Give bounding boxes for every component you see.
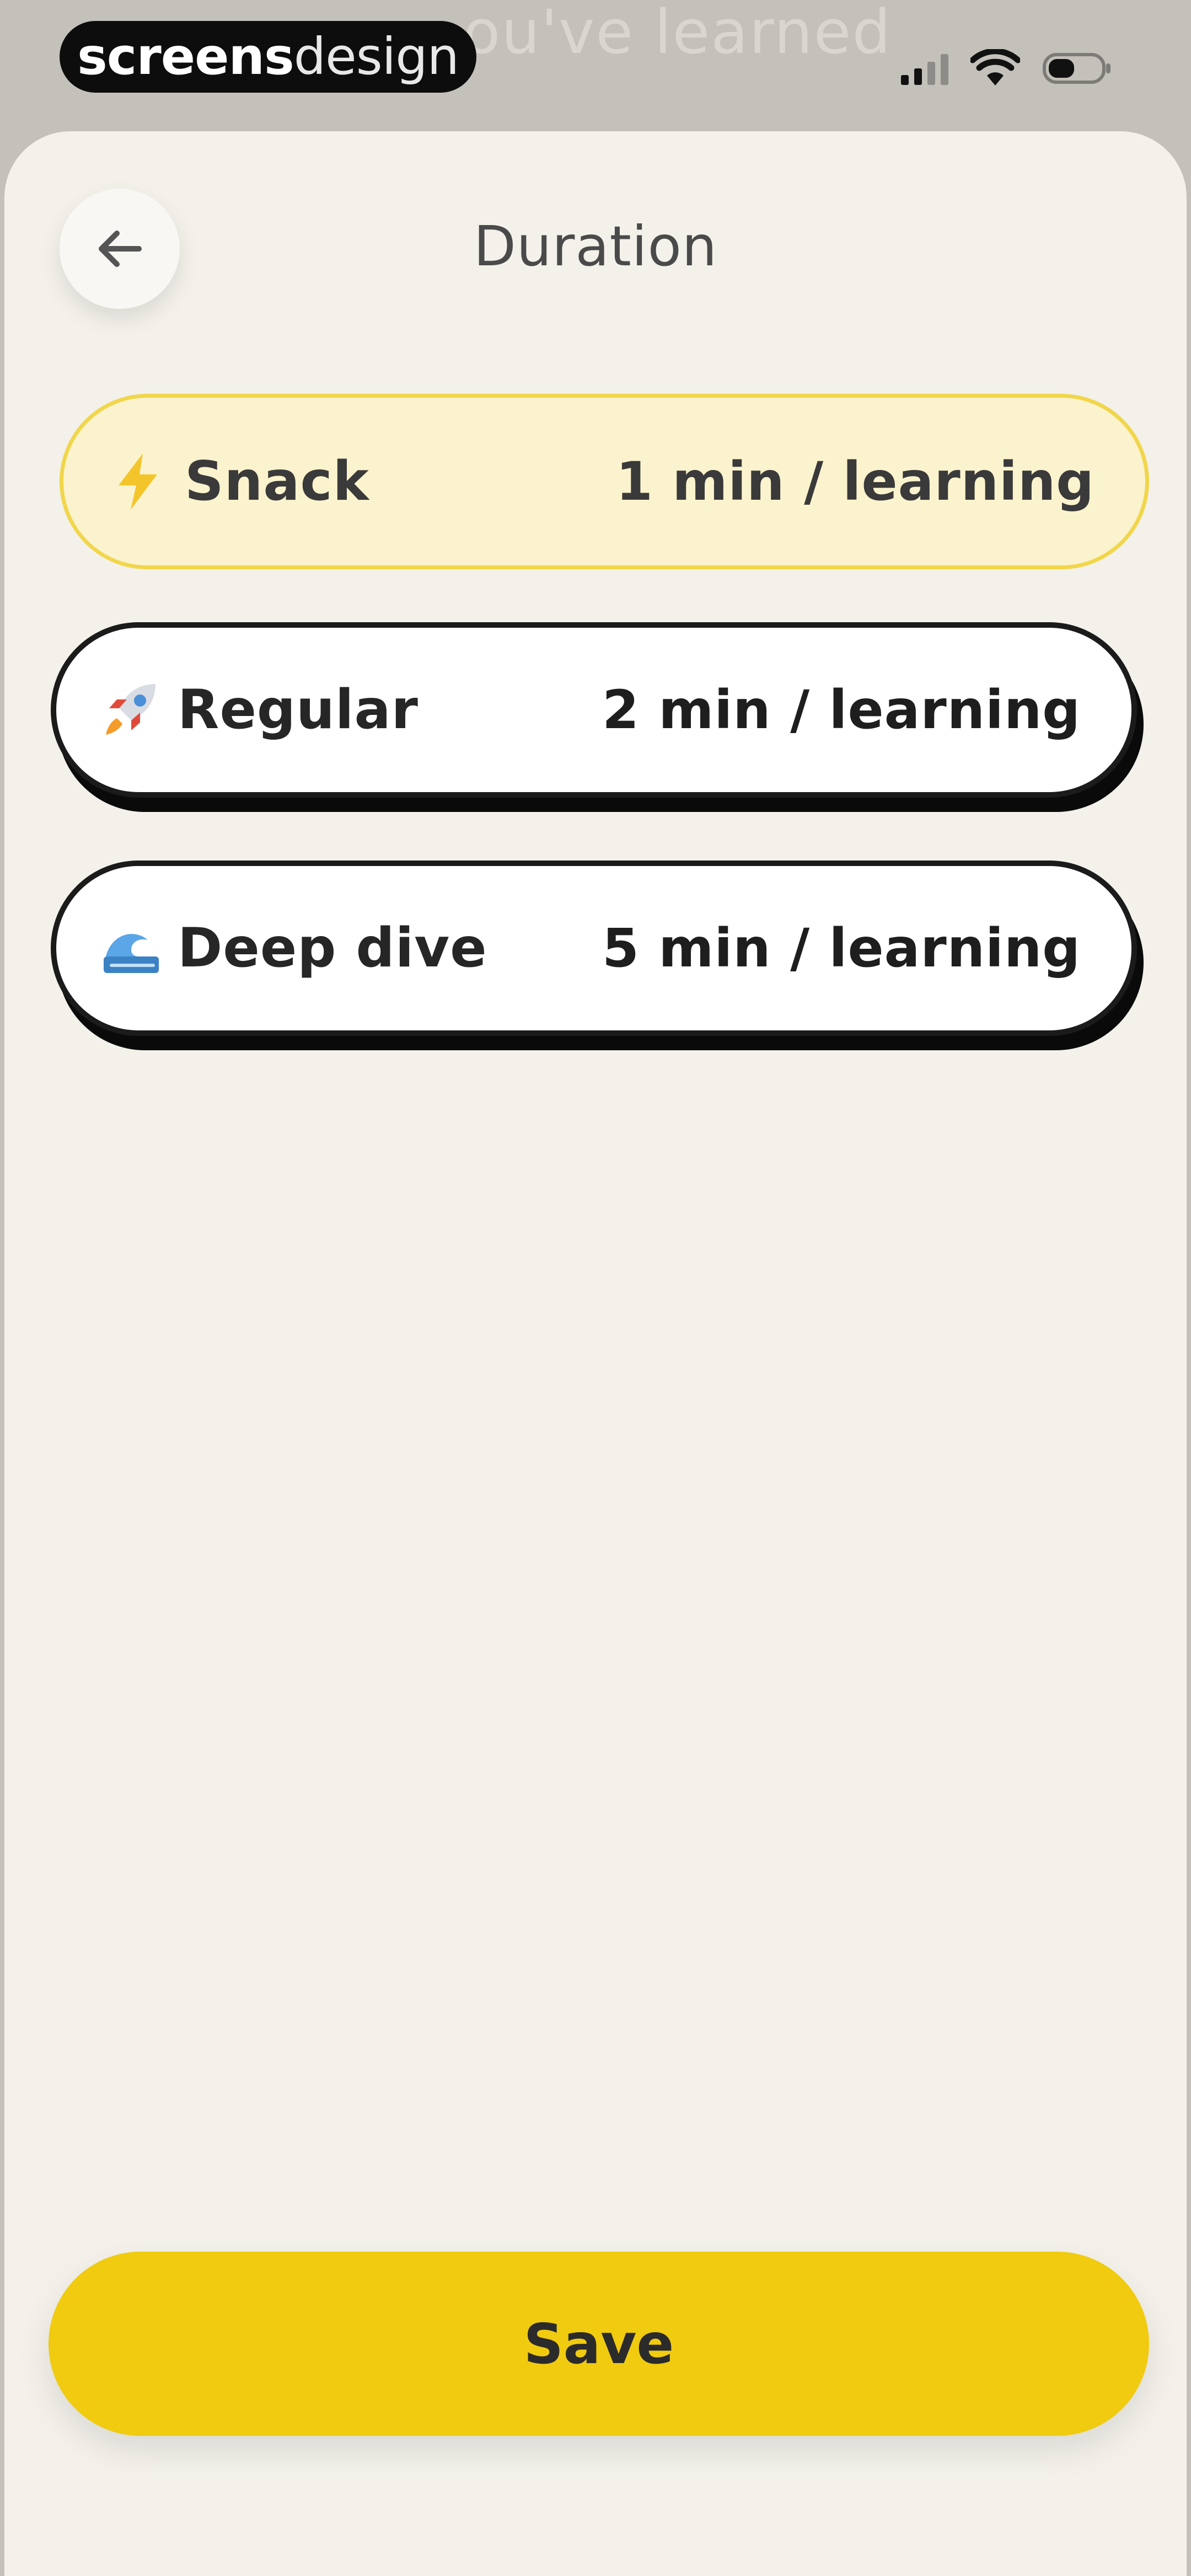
lightning-icon	[108, 451, 168, 512]
wifi-icon	[970, 49, 1020, 85]
duration-option-snack[interactable]: Snack 1 min / learning	[60, 394, 1149, 569]
duration-sheet: Duration Snack 1 min / learning Regular …	[4, 131, 1187, 2576]
duration-screen: ou've learned screensdesign Duration Sna…	[0, 0, 1191, 2576]
duration-option-deep-dive[interactable]: Deep dive 5 min / learning	[51, 861, 1137, 1036]
rocket-icon	[100, 680, 161, 740]
battery-icon	[1043, 53, 1110, 84]
brand-watermark-badge: screensdesign	[60, 21, 476, 93]
option-duration: 2 min / learning	[602, 679, 1081, 741]
save-button[interactable]: Save	[49, 2252, 1149, 2436]
option-duration: 5 min / learning	[602, 917, 1081, 979]
brand-text-strong: screens	[77, 27, 294, 86]
duration-option-regular[interactable]: Regular 2 min / learning	[51, 622, 1137, 798]
status-bar: ou've learned screensdesign	[0, 0, 1191, 127]
page-title: Duration	[473, 214, 718, 279]
brand-text-light: design	[293, 27, 459, 86]
cellular-signal-icon	[901, 52, 948, 85]
wave-icon	[100, 918, 161, 979]
status-icons	[901, 46, 1114, 90]
option-label: Regular	[178, 678, 419, 741]
option-duration: 1 min / learning	[616, 451, 1095, 512]
option-label: Snack	[185, 450, 369, 513]
option-label: Deep dive	[178, 917, 487, 980]
background-screen-text: ou've learned	[463, 0, 892, 67]
